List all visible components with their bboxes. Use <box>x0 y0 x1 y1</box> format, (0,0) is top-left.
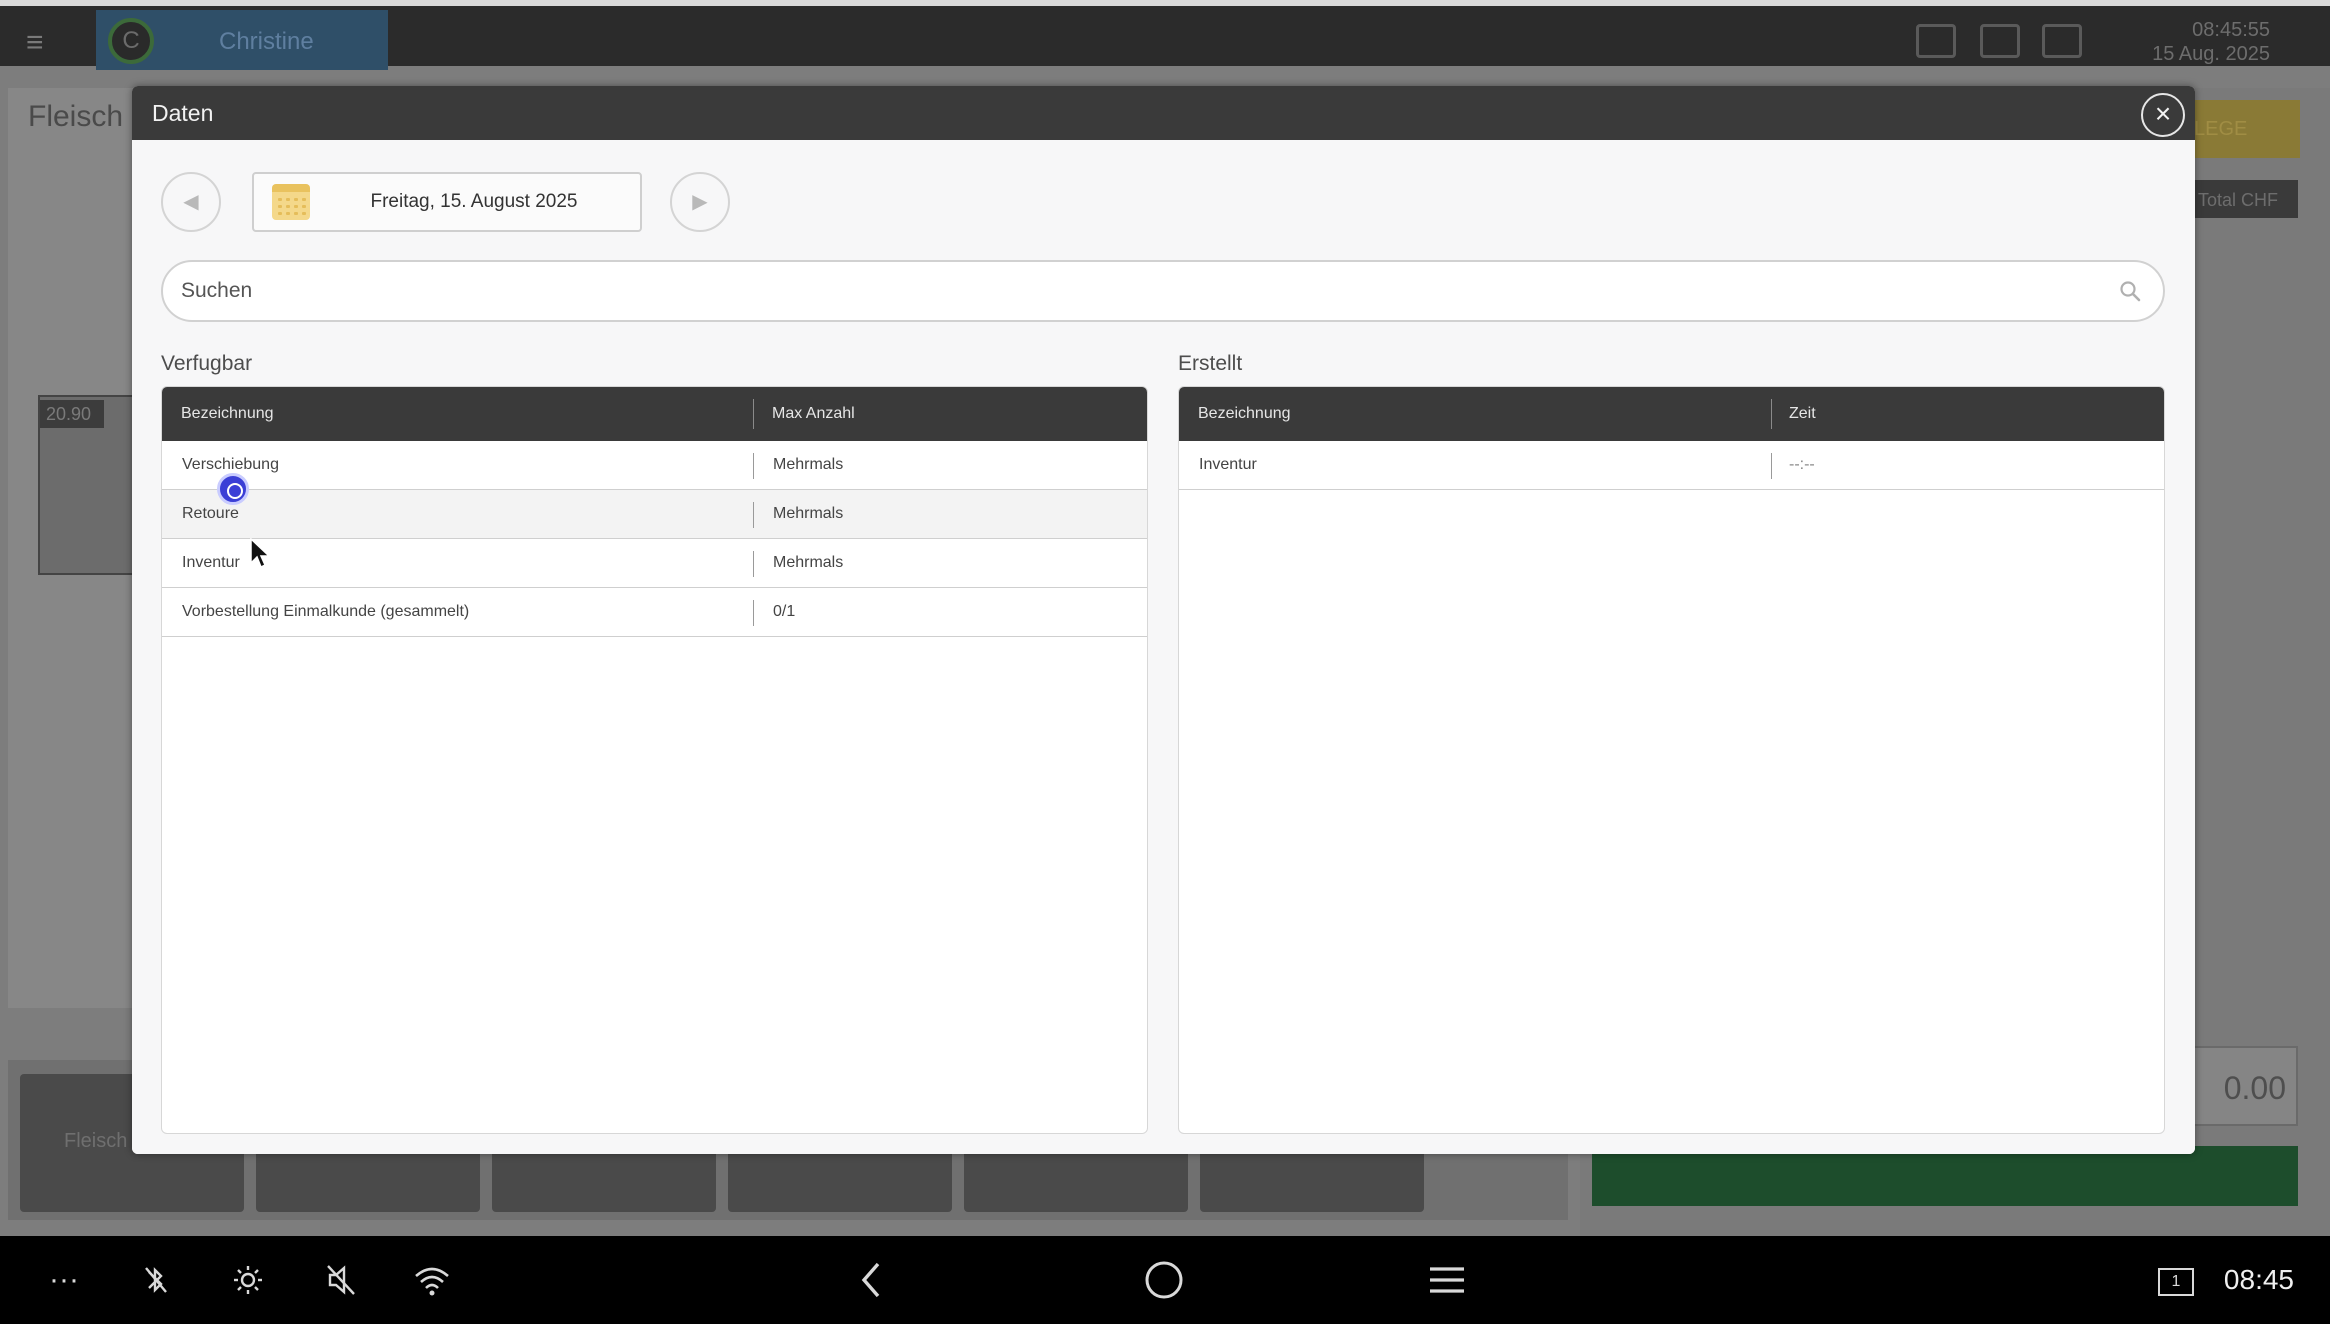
table-row-retoure[interactable]: Retoure Mehrmals <box>162 490 1147 539</box>
gift-icon <box>1916 24 1956 58</box>
clipboard-icon <box>1980 24 2020 58</box>
row-max: Mehrmals <box>773 456 844 473</box>
search-bar <box>161 260 2165 322</box>
column-divider <box>753 600 754 626</box>
bg-page-title: Fleisch <box>28 100 124 133</box>
column-header-max: Max Anzahl <box>772 405 855 422</box>
table-header: Bezeichnung Zeit <box>1179 387 2164 441</box>
hamburger-icon: ≡ <box>26 26 44 59</box>
row-max: 0/1 <box>773 603 796 620</box>
column-header-time: Zeit <box>1789 405 1816 422</box>
row-max: Mehrmals <box>773 554 844 571</box>
bg-price-tag: 20.90 <box>40 400 104 428</box>
row-name: Inventur <box>1199 456 1257 473</box>
row-name: Vorbestellung Einmalkunde (gesammelt) <box>182 603 470 620</box>
table-row-inventur[interactable]: Inventur Mehrmals <box>162 539 1147 588</box>
search-input[interactable] <box>181 262 2081 320</box>
column-divider <box>753 399 754 429</box>
back-icon[interactable] <box>856 1260 886 1300</box>
mouse-cursor-icon <box>250 538 271 569</box>
column-divider <box>753 453 754 479</box>
bg-amount: 0.00 <box>2190 1046 2298 1126</box>
calendar-icon <box>272 184 310 220</box>
row-time: --:-- <box>1789 456 1815 473</box>
bluetooth-off-icon[interactable] <box>140 1260 172 1300</box>
touch-indicator <box>217 473 249 505</box>
column-header-name: Bezeichnung <box>181 405 274 422</box>
search-icon[interactable] <box>2119 280 2141 302</box>
close-icon: × <box>2154 98 2172 129</box>
date-picker[interactable]: Freitag, 15. August 2025 <box>252 172 642 232</box>
table-header: Bezeichnung Max Anzahl <box>162 387 1147 441</box>
created-table: Bezeichnung Zeit Inventur --:-- <box>1178 386 2165 1134</box>
bg-total-label: Total CHF <box>2190 180 2298 218</box>
triangle-left-icon: ◀ <box>183 191 199 213</box>
column-divider <box>1771 399 1772 429</box>
column-divider <box>1771 453 1772 479</box>
dialog-header: Daten × <box>132 86 2195 140</box>
column-divider <box>753 551 754 577</box>
brightness-icon[interactable] <box>230 1260 266 1300</box>
bg-date: 15 Aug. 2025 <box>2152 43 2270 65</box>
avatar: C <box>108 18 154 64</box>
row-max: Mehrmals <box>773 505 844 522</box>
dialog-body: ◀ Freitag, 15. August 2025 ▶ Verfugbar E… <box>132 140 2195 1154</box>
system-navigation-bar: ··· 1 08:45 <box>0 1236 2330 1324</box>
row-name: Inventur <box>182 554 240 571</box>
bg-username: Christine <box>219 28 314 55</box>
close-button[interactable]: × <box>2141 93 2185 137</box>
available-section-label: Verfugbar <box>161 352 253 375</box>
wifi-icon[interactable] <box>412 1260 452 1300</box>
table-row-vorbestellung[interactable]: Vorbestellung Einmalkunde (gesammelt) 0/… <box>162 588 1147 637</box>
mail-icon <box>2042 24 2082 58</box>
triangle-right-icon: ▶ <box>692 191 708 213</box>
home-icon[interactable] <box>1142 1260 1186 1300</box>
mute-icon[interactable] <box>324 1260 358 1300</box>
bg-top-bar: ≡ C Christine 08:45:55 15 Aug. 2025 <box>0 0 2330 70</box>
date-label: Freitag, 15. August 2025 <box>370 191 578 212</box>
available-table: Bezeichnung Max Anzahl Verschiebung Mehr… <box>161 386 1148 1134</box>
created-section-label: Erstellt <box>1178 352 1243 375</box>
data-dialog: Daten × ◀ Freitag, 15. August 2025 ▶ Ver… <box>132 86 2195 1154</box>
bg-green-button <box>1592 1146 2298 1206</box>
dialog-title: Daten <box>152 100 214 126</box>
screen-icon[interactable]: 1 <box>2158 1268 2194 1296</box>
bg-clock: 08:45:55 15 Aug. 2025 <box>2152 18 2270 66</box>
table-row-inventur[interactable]: Inventur --:-- <box>1179 441 2164 490</box>
column-divider <box>753 502 754 528</box>
more-icon[interactable]: ··· <box>44 1260 84 1300</box>
bg-time: 08:45:55 <box>2192 19 2270 41</box>
next-day-button[interactable]: ▶ <box>670 172 730 232</box>
recent-apps-icon[interactable] <box>1428 1260 1466 1300</box>
bg-yellow-button: LEGE <box>2184 100 2300 158</box>
system-time: 08:45 <box>2223 1264 2294 1295</box>
column-header-name: Bezeichnung <box>1198 405 1291 422</box>
previous-day-button[interactable]: ◀ <box>161 172 221 232</box>
table-row-verschiebung[interactable]: Verschiebung Mehrmals <box>162 441 1147 490</box>
bg-user-badge: C Christine <box>96 10 388 70</box>
